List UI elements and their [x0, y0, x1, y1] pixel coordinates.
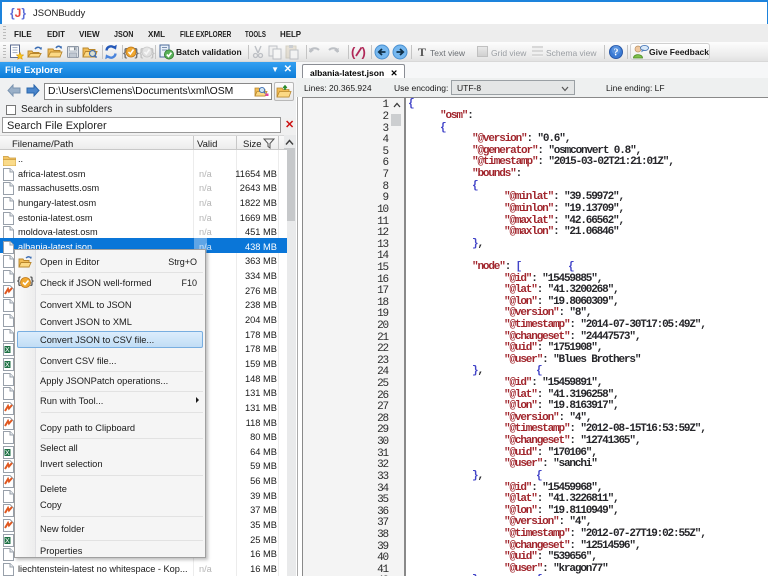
svg-text:X: X [5, 362, 10, 369]
svg-text:): ) [362, 45, 366, 60]
svg-text:X: X [5, 538, 10, 545]
svg-text:?: ? [614, 48, 619, 59]
svg-text:X: X [5, 450, 10, 457]
svg-text:X: X [5, 347, 10, 354]
svg-text:(: ( [351, 45, 356, 60]
